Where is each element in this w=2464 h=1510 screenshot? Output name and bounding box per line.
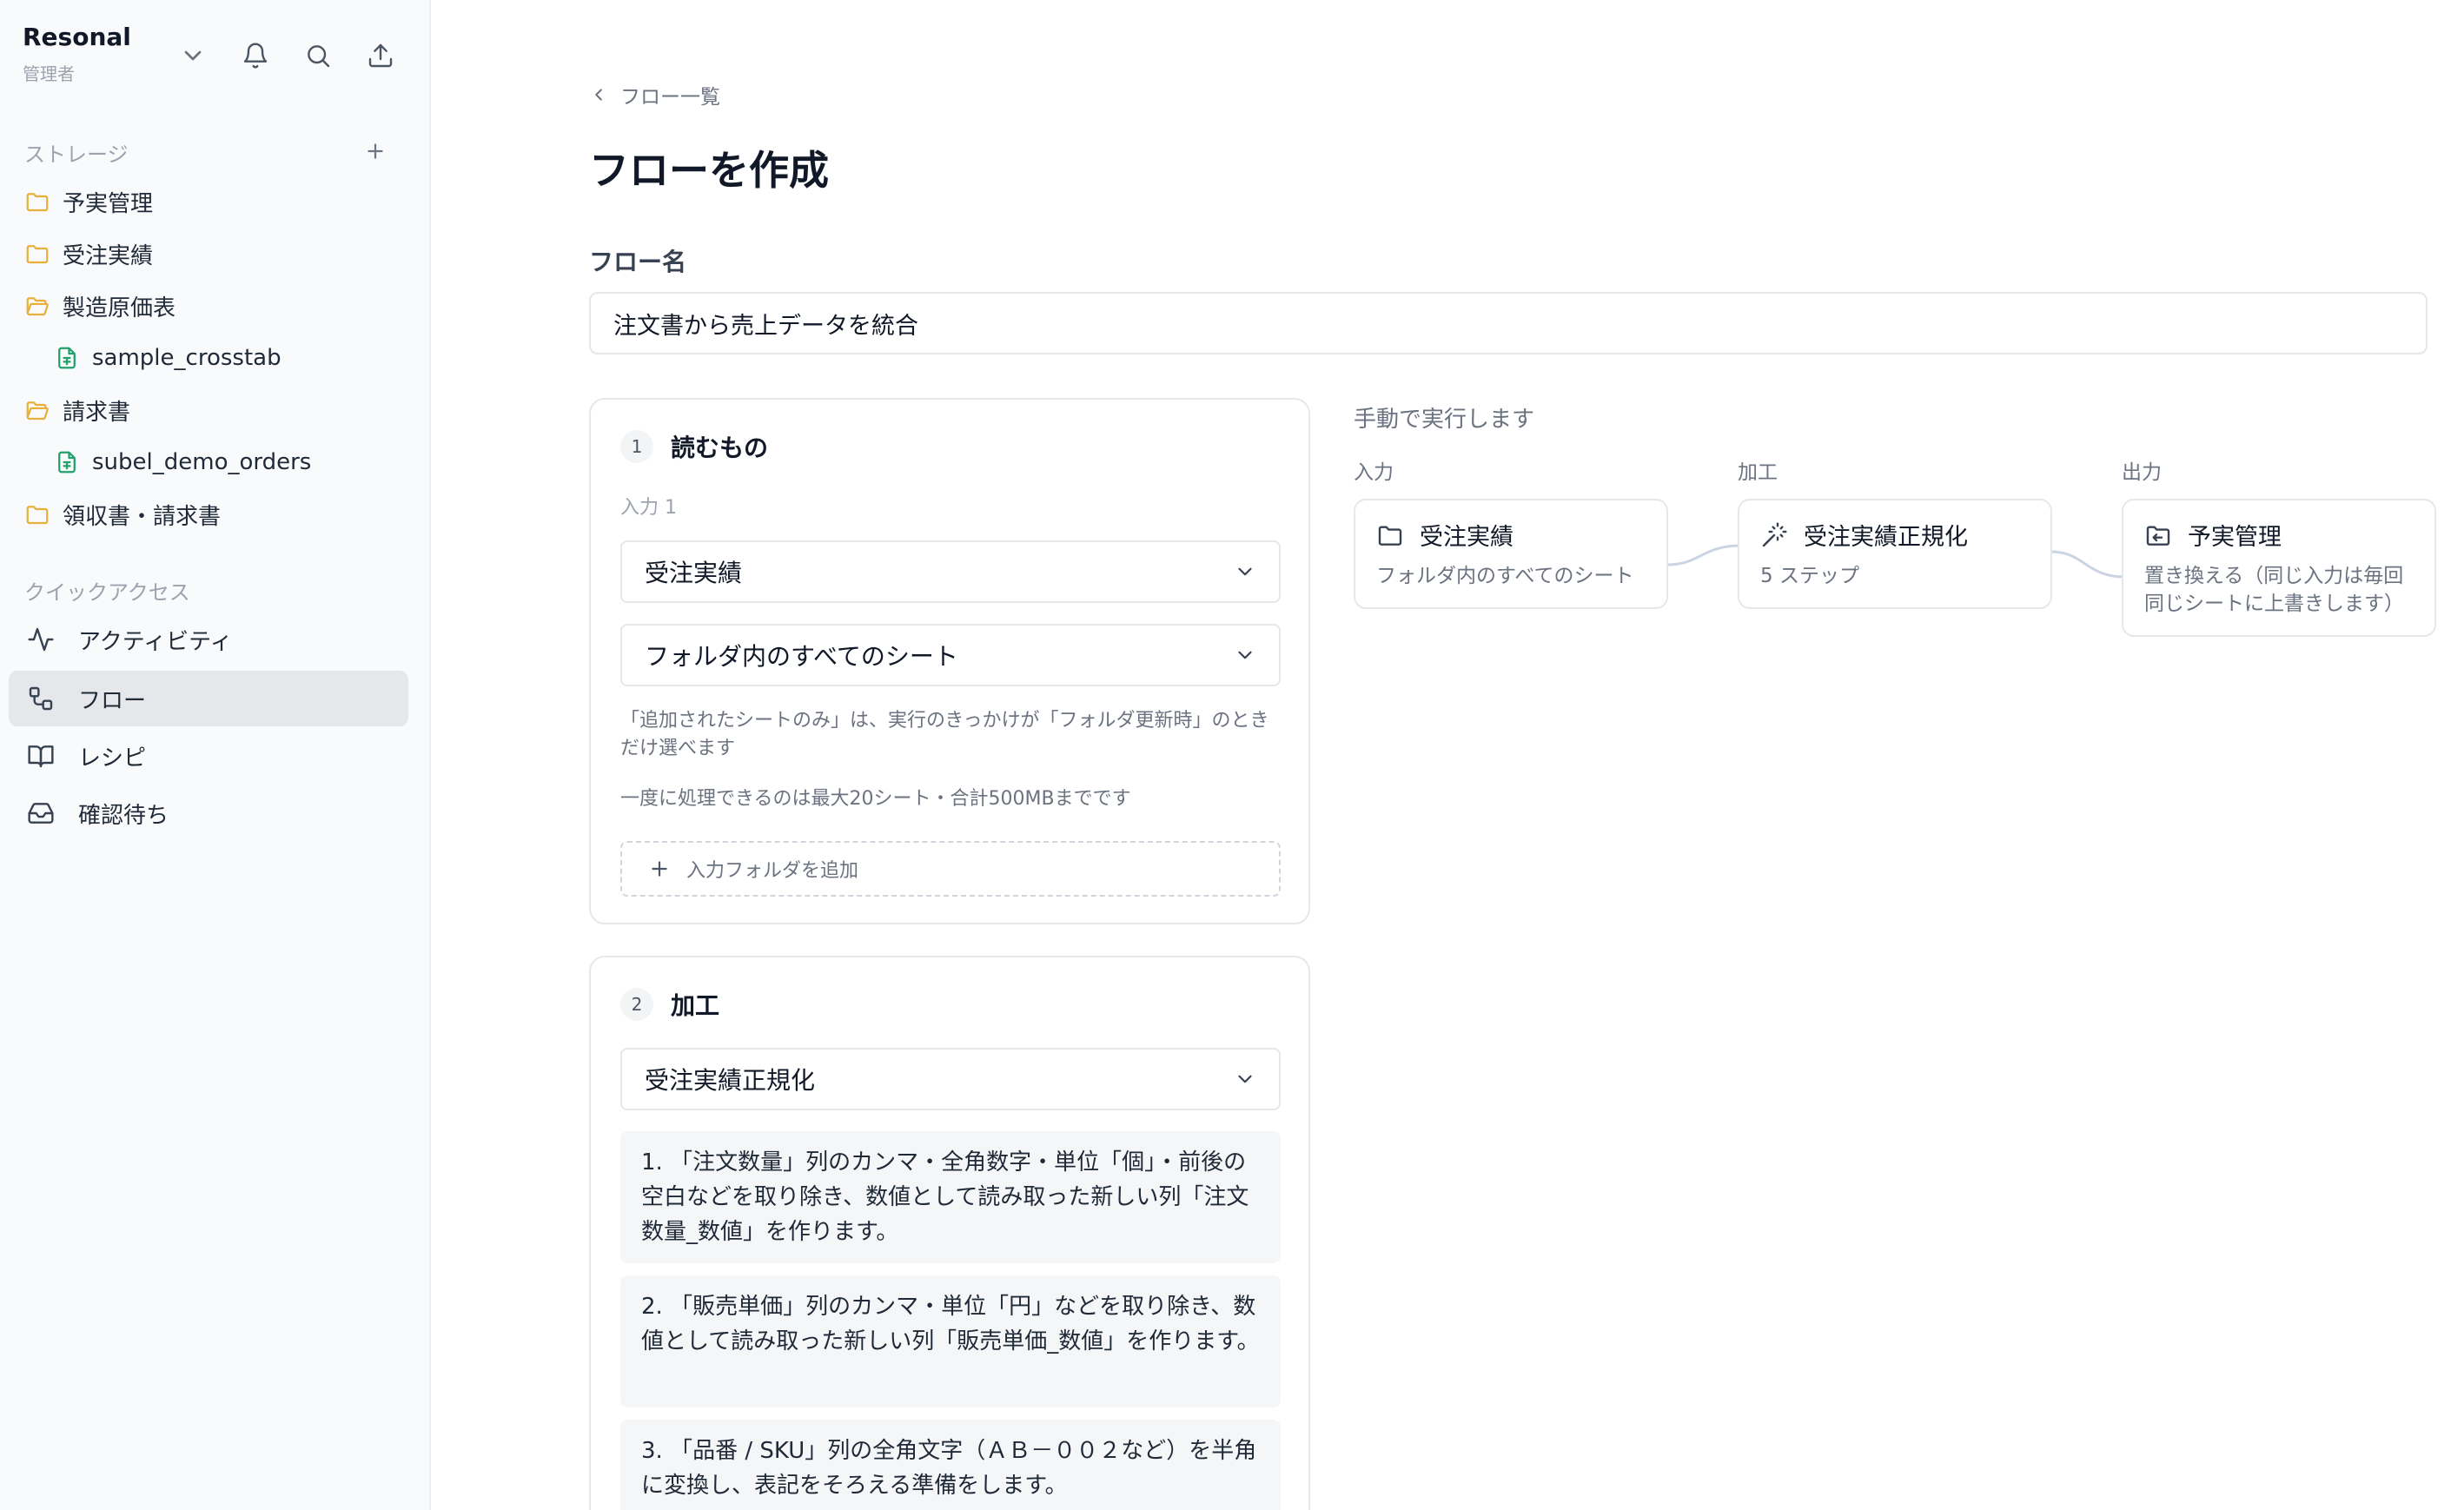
step-process-card: 2 加工 受注実績正規化 1. 「注文数量」列のカンマ・全角数字・単位「個」・前… — [589, 956, 1310, 1510]
tree-item-label: subel_demo_orders — [92, 449, 312, 475]
nav-item-recipe[interactable]: レシピ — [9, 728, 408, 784]
node-title: 受注実績 — [1420, 524, 1514, 551]
chevron-down-icon — [1238, 651, 1252, 659]
plus-icon — [652, 861, 667, 877]
workspace-chevron-down-icon[interactable] — [177, 40, 209, 71]
magic-wand-icon — [1762, 521, 1787, 546]
node-subtitle: 置き換える（同じ入力は毎回同じシートに上書きします） — [2144, 565, 2404, 615]
nav-item-label: レシピ — [78, 745, 147, 772]
preview-column-output-label: 出力 — [2122, 461, 2162, 484]
step-number-badge: 1 — [620, 430, 653, 463]
main-content: フロー一覧 フローを作成 フロー名 1 読むもの 入力 1 受注実績 フォルダ内… — [433, 0, 2464, 1510]
add-input-folder-label: 入力フォルダを追加 — [686, 860, 859, 882]
preview-node-output[interactable]: 予実管理 置き換える（同じ入力は毎回同じシートに上書きします） — [2122, 499, 2436, 637]
nav-item-flow[interactable]: フロー — [9, 671, 408, 726]
flow-connector — [2050, 550, 2126, 579]
operation-step: 3. 「品番 / SKU」列の全角文字（ＡＢ－００２など）を半角に変換し、表記を… — [620, 1420, 1281, 1510]
flow-name-input[interactable] — [589, 292, 2428, 354]
flow-connector — [1666, 544, 1742, 566]
breadcrumb-label: フロー一覧 — [620, 86, 720, 109]
tree-item-label: 受注実績 — [63, 242, 154, 269]
chevron-down-icon — [1238, 1075, 1252, 1083]
activity-icon — [24, 623, 57, 656]
select-value: 受注実績 — [645, 559, 743, 587]
sidebar: Resonal 管理者 ストレージ 予実管理 受注実績 製造原価表 sample… — [0, 0, 431, 1510]
spreadsheet-icon — [52, 447, 82, 477]
select-value: フォルダ内のすべてのシート — [645, 642, 958, 671]
upload-icon[interactable] — [365, 40, 396, 71]
preview-column-process-label: 加工 — [1738, 461, 1778, 484]
tree-item-label: 領収書・請求書 — [63, 503, 222, 530]
tree-item-label: 請求書 — [63, 399, 131, 426]
tree-item-sheet[interactable]: sample_crosstab — [52, 339, 282, 377]
folder-open-icon — [23, 291, 52, 321]
nav-item-pending[interactable]: 確認待ち — [9, 785, 408, 841]
tree-item-folder-open[interactable]: 請求書 — [23, 391, 130, 429]
add-storage-icon[interactable] — [360, 136, 391, 167]
nav-item-label: 確認待ち — [78, 802, 169, 829]
preview-column-input-label: 入力 — [1354, 461, 1394, 484]
tree-item-folder[interactable]: 受注実績 — [23, 235, 153, 273]
nav-item-activity[interactable]: アクティビティ — [9, 612, 408, 667]
chevron-down-icon — [1238, 567, 1252, 576]
quick-access-section-label: クイックアクセス — [24, 580, 190, 605]
chevron-left-icon — [595, 89, 602, 101]
input-label: 入力 1 — [620, 497, 677, 519]
flow-icon — [24, 682, 57, 715]
step-header: 2 加工 — [620, 987, 719, 1022]
node-subtitle: 5 ステップ — [1760, 565, 1859, 587]
page-title: フローを作成 — [589, 147, 829, 194]
folder-output-icon — [2146, 525, 2170, 546]
input-folder-select[interactable]: 受注実績 — [620, 540, 1281, 603]
execution-mode-text: 手動で実行します — [1354, 407, 1535, 433]
sheet-scope-select[interactable]: フォルダ内のすべてのシート — [620, 624, 1281, 686]
recipe-select[interactable]: 受注実績正規化 — [620, 1048, 1281, 1110]
select-value: 受注実績正規化 — [645, 1066, 816, 1095]
add-input-folder-button[interactable]: 入力フォルダを追加 — [620, 841, 1281, 897]
tree-item-folder[interactable]: 予実管理 — [23, 182, 153, 221]
operation-step: 1. 「注文数量」列のカンマ・全角数字・単位「個」・前後の空白などを取り除き、数… — [620, 1131, 1281, 1263]
node-subtitle: フォルダ内のすべてのシート — [1376, 565, 1634, 587]
step-read-card: 1 読むもの 入力 1 受注実績 フォルダ内のすべてのシート 「追加されたシート… — [589, 398, 1310, 924]
spreadsheet-icon — [52, 343, 82, 373]
folder-icon — [23, 239, 52, 268]
tree-item-folder-open[interactable]: 製造原価表 — [23, 287, 176, 325]
book-icon — [24, 739, 57, 772]
tree-item-label: 予実管理 — [63, 190, 154, 217]
folder-icon — [23, 500, 52, 529]
inbox-icon — [24, 797, 57, 830]
preview-node-input[interactable]: 受注実績 フォルダ内のすべてのシート — [1354, 499, 1668, 609]
preview-node-process[interactable]: 受注実績正規化 5 ステップ — [1738, 499, 2052, 609]
tree-item-folder[interactable]: 領収書・請求書 — [23, 495, 221, 533]
breadcrumb-back-link[interactable]: フロー一覧 — [589, 80, 720, 109]
step-title: 読むもの — [671, 434, 769, 462]
nav-item-label: アクティビティ — [78, 628, 233, 655]
tree-item-sheet[interactable]: subel_demo_orders — [52, 443, 311, 481]
workspace-name: Resonal — [23, 23, 131, 51]
storage-section-label: ストレージ — [24, 142, 129, 167]
operation-step: 2. 「販売単価」列のカンマ・単位「円」などを取り除き、数値として読み取った新し… — [620, 1275, 1281, 1407]
flow-name-label: フロー名 — [589, 248, 687, 276]
folder-open-icon — [23, 395, 52, 425]
tree-item-label: sample_crosstab — [92, 345, 282, 371]
folder-icon — [23, 187, 52, 216]
search-icon[interactable] — [302, 40, 334, 71]
step-title: 加工 — [671, 991, 720, 1020]
tree-item-label: 製造原価表 — [63, 295, 176, 321]
workspace-brand[interactable]: Resonal 管理者 — [23, 23, 131, 85]
step-number-badge: 2 — [620, 988, 653, 1021]
workspace-role: 管理者 — [23, 63, 75, 84]
folder-icon — [1378, 525, 1402, 546]
nav-item-label: フロー — [78, 687, 147, 714]
limit-hint: 一度に処理できるのは最大20シート・合計500MBまでです — [620, 788, 1131, 810]
node-title: 受注実績正規化 — [1804, 524, 1968, 551]
sheet-scope-hint: 「追加されたシートのみ」は、実行のきっかけが「フォルダ更新時」のときだけ選べます — [620, 710, 1269, 759]
node-title: 予実管理 — [2188, 524, 2282, 551]
step-header: 1 読むもの — [620, 429, 768, 464]
bell-icon[interactable] — [240, 40, 271, 71]
